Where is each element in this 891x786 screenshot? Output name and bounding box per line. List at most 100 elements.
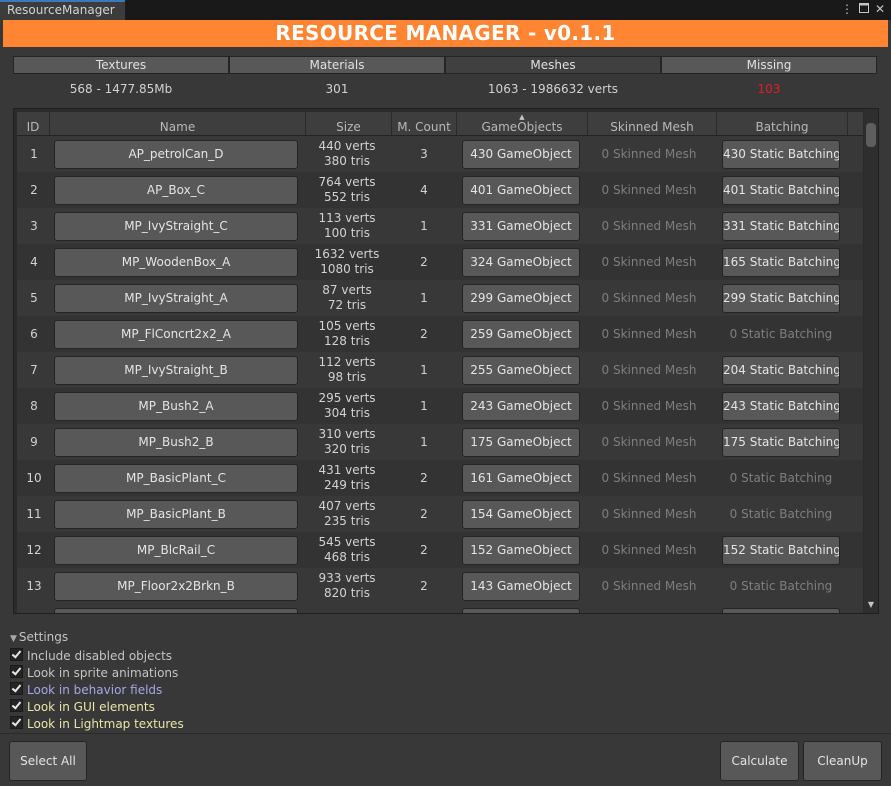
mesh-name-button[interactable]: AP_petrolCan_D [54,140,298,169]
checkbox-checked-icon[interactable] [10,682,23,695]
col-name[interactable]: Name [50,112,306,135]
settings-option[interactable]: Look in sprite animations [10,665,178,681]
window-tab[interactable]: ResourceManager [0,0,125,20]
mesh-name-button[interactable]: MP_Bush2_B [54,428,298,457]
row-id: 12 [26,543,42,557]
mesh-tris: 1080 tris [320,262,374,276]
mesh-name-button[interactable]: MP_FlConcrt2x2_A [54,320,298,349]
mesh-size: 87 verts 72 tris [307,280,387,316]
mesh-verts: 105 verts [318,319,376,333]
table-row: 8 MP_Bush2_A 295 verts 304 tris 1 243 GameObj… [17,388,863,424]
col-mcount[interactable]: M. Count [392,112,457,135]
static-batching-button[interactable]: 152 Static Batching [722,536,840,565]
gameobjects-button[interactable]: 299 GameObject [462,284,580,313]
mesh-name-button[interactable]: MP_IvyStraight_B [54,356,298,385]
gameobjects-button[interactable]: 243 GameObject [462,392,580,421]
col-skinned[interactable]: Skinned Mesh [588,112,717,135]
static-batching-button[interactable] [722,608,840,613]
col-id[interactable]: ID [17,112,50,135]
static-batching-count: 0 Static Batching [729,507,833,521]
gameobjects-button[interactable] [462,608,580,613]
cleanup-button[interactable]: CleanUp [803,741,882,781]
static-batching-button[interactable]: 243 Static Batching [722,392,840,421]
scroll-down-icon[interactable]: ▼ [864,600,878,609]
tab-meshes[interactable]: Meshes [445,56,661,74]
material-count: 4 [420,183,428,197]
settings-foldout[interactable]: ▼ Settings [10,630,68,646]
material-count: 1 [420,219,428,233]
scrollbar-thumb[interactable] [866,123,876,147]
mesh-verts: 1632 verts [314,247,380,261]
static-batching-button[interactable]: 331 Static Batching [722,212,840,241]
gameobjects-button[interactable]: 324 GameObject [462,248,580,277]
checkbox-checked-icon[interactable] [10,699,23,712]
material-count: 2 [420,543,428,557]
gameobjects-button[interactable]: 154 GameObject [462,500,580,529]
settings-header: Settings [18,630,69,644]
gameobjects-button[interactable]: 331 GameObject [462,212,580,241]
maximize-icon[interactable] [857,2,871,16]
mesh-size: 545 verts 468 tris [307,532,387,568]
tab-missing[interactable]: Missing [661,56,877,74]
tab-textures[interactable]: Textures [13,56,229,74]
mesh-name-button[interactable]: MP_IvyStraight_A [54,284,298,313]
settings-option[interactable]: Look in Lightmap textures [10,716,184,732]
table-header: ID Name Size M. Count ▲ GameObjects Skin… [17,112,863,136]
tab-materials[interactable]: Materials [229,56,445,74]
gameobjects-button[interactable]: 152 GameObject [462,536,580,565]
checkbox-checked-icon[interactable] [10,648,23,661]
gameobjects-button[interactable]: 401 GameObject [462,176,580,205]
gameobjects-button[interactable]: 430 GameObject [462,140,580,169]
col-gameobjects[interactable]: ▲ GameObjects [457,112,588,135]
gameobjects-button[interactable]: 143 GameObject [462,572,580,601]
vertical-scrollbar[interactable]: ▼ [864,109,878,613]
static-batching-button[interactable]: 401 Static Batching [722,176,840,205]
mesh-tris: 320 tris [324,442,370,456]
gameobjects-button[interactable]: 161 GameObject [462,464,580,493]
row-id: 11 [26,507,42,521]
mesh-name-button[interactable]: MP_BasicPlant_B [54,500,298,529]
material-count: 2 [420,327,428,341]
close-icon[interactable]: ✕ [873,2,887,16]
skinned-mesh-count: 0 Skinned Mesh [601,579,697,593]
mesh-name-button[interactable]: MP_BlcRail_C [54,536,298,565]
calculate-button[interactable]: Calculate [720,741,799,781]
foldout-arrow-icon: ▼ [10,634,17,644]
table-row: 7 MP_IvyStraight_B 112 verts 98 tris 1 255 Ga… [17,352,863,388]
checkbox-checked-icon[interactable] [10,716,23,729]
settings-option[interactable]: Include disabled objects [10,648,172,664]
static-batching-button[interactable]: 165 Static Batching [722,248,840,277]
col-size[interactable]: Size [306,112,392,135]
settings-option[interactable]: Look in GUI elements [10,699,155,715]
mesh-name-button[interactable]: MP_Floor2x2Brkn_B [54,572,298,601]
static-batching-button[interactable]: 299 Static Batching [722,284,840,313]
static-batching-button[interactable]: 204 Static Batching [722,356,840,385]
material-count: 3 [420,147,428,161]
mesh-name-button[interactable]: MP_IvyStraight_C [54,212,298,241]
gameobjects-button[interactable]: 175 GameObject [462,428,580,457]
skinned-mesh-count: 0 Skinned Mesh [601,435,697,449]
mesh-name-button[interactable]: AP_Box_C [54,176,298,205]
table-row: 11 MP_BasicPlant_B 407 verts 235 tris 2 154 G… [17,496,863,532]
col-batching[interactable]: Batching [717,112,848,135]
mesh-name-button[interactable] [54,608,298,613]
gameobjects-button[interactable]: 255 GameObject [462,356,580,385]
select-all-button[interactable]: Select All [9,741,87,781]
table-row: 1 AP_petrolCan_D 440 verts 380 tris 3 430 Gam… [17,136,863,172]
checkbox-checked-icon[interactable] [10,665,23,678]
mesh-size: 105 verts 128 tris [307,316,387,352]
settings-option[interactable]: Look in behavior fields [10,682,162,698]
gameobjects-button[interactable]: 259 GameObject [462,320,580,349]
kebab-menu-icon[interactable]: ⋮ [840,2,854,16]
row-id: 6 [30,327,38,341]
mesh-name-button[interactable]: MP_BasicPlant_C [54,464,298,493]
mesh-name-button[interactable]: MP_Bush2_A [54,392,298,421]
option-label: Look in sprite animations [27,666,179,680]
static-batching-button[interactable]: 430 Static Batching [722,140,840,169]
mesh-name-button[interactable]: MP_WoodenBox_A [54,248,298,277]
stat-missing: 103 [757,82,781,96]
material-count: 2 [420,471,428,485]
mesh-verts: 545 verts [318,535,376,549]
static-batching-button[interactable]: 175 Static Batching [722,428,840,457]
static-batching-count: 0 Static Batching [729,471,833,485]
